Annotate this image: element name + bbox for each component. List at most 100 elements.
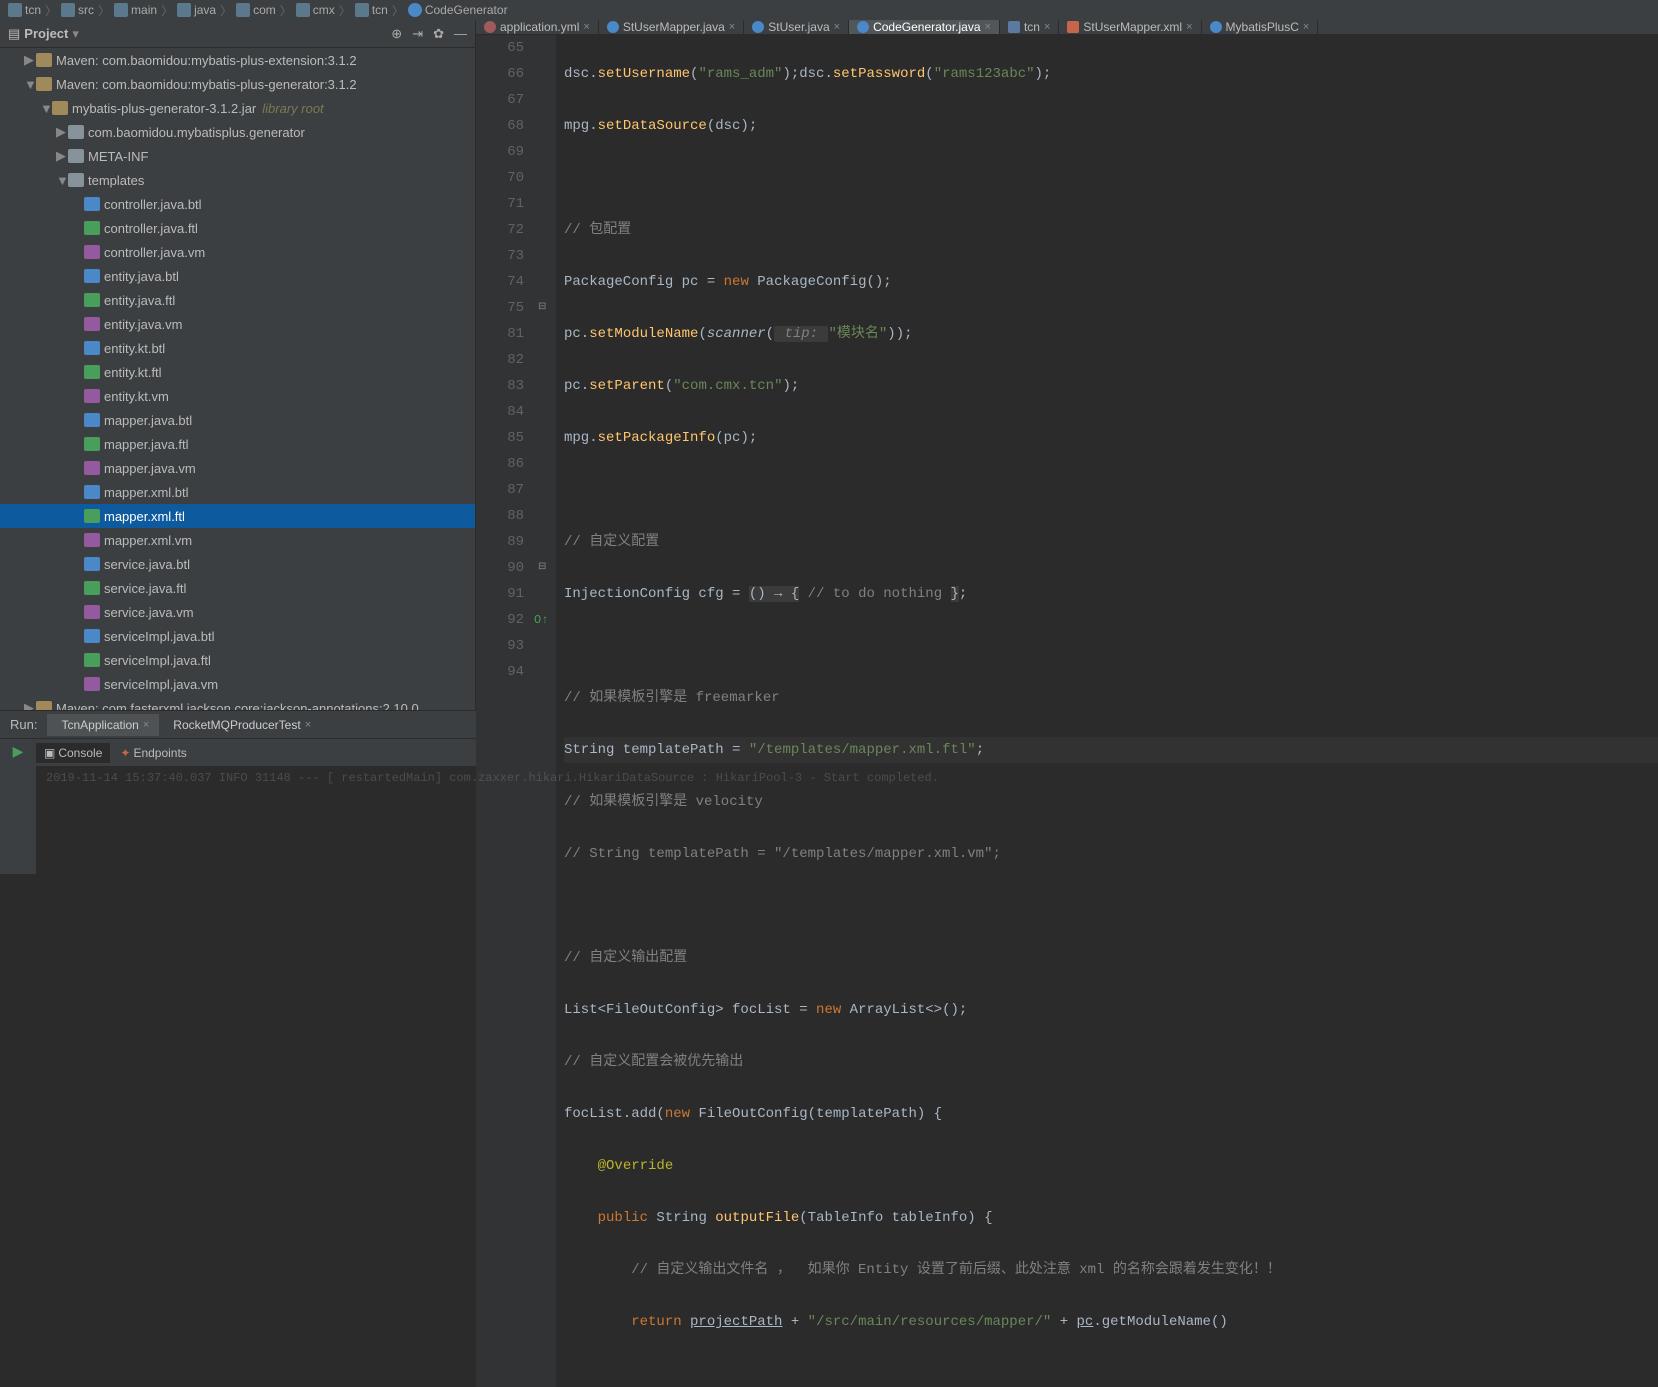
tree-item[interactable]: entity.java.btl (0, 264, 475, 288)
editor-tab[interactable]: application.yml× (476, 20, 599, 34)
tree-item[interactable]: mapper.java.vm (0, 456, 475, 480)
tree-item[interactable]: ▶com.baomidou.mybatisplus.generator (0, 120, 475, 144)
line-number: 94 (476, 659, 524, 685)
close-icon[interactable]: × (1186, 21, 1192, 33)
breadcrumb-sep: 〉 (161, 2, 173, 19)
fold-mark-icon[interactable]: ⊟ (538, 555, 546, 581)
close-icon[interactable]: × (583, 21, 589, 33)
tree-label: entity.java.btl (104, 269, 179, 284)
line-number: 66 (476, 61, 524, 87)
tree-item[interactable]: entity.kt.ftl (0, 360, 475, 384)
breadcrumb-item[interactable]: com (236, 3, 276, 17)
tree-label: entity.kt.ftl (104, 365, 162, 380)
endpoints-tab[interactable]: ✦ Endpoints (112, 743, 194, 763)
tree-item[interactable]: ▶ META-INF (0, 144, 475, 168)
breadcrumb-item[interactable]: CodeGenerator (408, 3, 508, 17)
tree-arrow-icon[interactable]: ▶ (24, 52, 34, 68)
close-icon[interactable]: × (1044, 21, 1050, 33)
breadcrumb-sep: 〉 (339, 2, 351, 19)
tree-item[interactable]: entity.kt.vm (0, 384, 475, 408)
breadcrumb-item[interactable]: java (177, 3, 216, 17)
hide-icon[interactable]: — (454, 26, 467, 42)
tree-label: entity.kt.vm (104, 389, 169, 404)
console-tab[interactable]: ▣ Console (36, 743, 110, 763)
folder-icon (114, 3, 128, 17)
editor-tab[interactable]: MybatisPlusC× (1202, 20, 1319, 34)
tree-item[interactable]: service.java.vm (0, 600, 475, 624)
tree-item[interactable]: controller.java.vm (0, 240, 475, 264)
close-icon[interactable]: × (1303, 21, 1309, 33)
tree-arrow-icon[interactable]: ▼ (24, 77, 34, 92)
editor-tab[interactable]: StUserMapper.java× (599, 20, 744, 34)
tree-item[interactable]: serviceImpl.java.vm (0, 672, 475, 696)
jar-icon (36, 53, 52, 67)
run-tab-tcnapplication[interactable]: TcnApplication × (47, 714, 159, 736)
line-number: 87 (476, 477, 524, 503)
editor-tab[interactable]: StUserMapper.xml× (1059, 20, 1201, 34)
tree-item[interactable]: serviceImpl.java.btl (0, 624, 475, 648)
tree-arrow-icon[interactable]: ▶ (56, 124, 66, 140)
editor-tab[interactable]: CodeGenerator.java× (849, 20, 1000, 34)
editor-tab[interactable]: tcn× (1000, 20, 1059, 34)
rerun-icon[interactable]: ▶ (13, 743, 24, 760)
tree-label: Maven: com.baomidou:mybatis-plus-extensi… (56, 53, 357, 68)
tree-item[interactable]: ▼mybatis-plus-generator-3.1.2.jarlibrary… (0, 96, 475, 120)
editor-tab[interactable]: StUser.java× (744, 20, 849, 34)
tree-item[interactable]: ▼Maven: com.baomidou:mybatis-plus-genera… (0, 72, 475, 96)
breadcrumb-item[interactable]: tcn (8, 3, 41, 17)
breadcrumb-item[interactable]: src (61, 3, 94, 17)
collapse-icon[interactable]: ⇥ (412, 26, 423, 42)
code-editor[interactable]: 6566676869707172737475818283848586878889… (476, 35, 1658, 1387)
project-tree[interactable]: ▶ Maven: com.baomidou:mybatis-plus-extens… (0, 48, 475, 710)
tree-item[interactable]: entity.java.vm (0, 312, 475, 336)
ftl-icon (84, 293, 100, 307)
breadcrumb-sep: 〉 (220, 2, 232, 19)
locate-icon[interactable]: ⊕ (391, 26, 402, 42)
tree-item[interactable]: ▼templates (0, 168, 475, 192)
tree-item[interactable]: service.java.ftl (0, 576, 475, 600)
code-content[interactable]: dsc.setUsername("rams_adm");dsc.setPassw… (556, 35, 1658, 1387)
close-icon[interactable]: × (143, 719, 149, 731)
line-number: 69 (476, 139, 524, 165)
tree-arrow-icon[interactable]: ▼ (40, 101, 50, 116)
tree-arrow-icon[interactable]: ▼ (56, 173, 66, 188)
tree-item[interactable]: controller.java.ftl (0, 216, 475, 240)
breadcrumb-sep: 〉 (280, 2, 292, 19)
tree-item[interactable]: mapper.xml.btl (0, 480, 475, 504)
breadcrumb-item[interactable]: tcn (355, 3, 388, 17)
tree-item[interactable]: mapper.xml.vm (0, 528, 475, 552)
tree-label: mapper.java.ftl (104, 437, 189, 452)
run-tab-rocketmq[interactable]: RocketMQProducerTest × (159, 714, 321, 736)
tree-item[interactable]: mapper.java.btl (0, 408, 475, 432)
fold-column[interactable]: ⊟ ⊟ O↑ (536, 35, 556, 1387)
tree-item[interactable]: entity.java.ftl (0, 288, 475, 312)
settings-icon[interactable]: ✿ (433, 26, 444, 42)
tree-item[interactable]: mapper.java.ftl (0, 432, 475, 456)
project-header[interactable]: ▤ Project ▾ ⊕ ⇥ ✿ — (0, 20, 475, 48)
breadcrumb-item[interactable]: cmx (296, 3, 335, 17)
fold-mark-icon[interactable]: ⊟ (538, 295, 546, 321)
tree-arrow-icon[interactable]: ▶ (56, 148, 66, 164)
tree-item[interactable]: serviceImpl.java.ftl (0, 648, 475, 672)
tree-label: mapper.xml.btl (104, 485, 189, 500)
tree-item[interactable]: ▶ Maven: com.baomidou:mybatis-plus-extens… (0, 48, 475, 72)
file-icon (84, 269, 100, 283)
endpoints-icon: ✦ (120, 746, 130, 760)
tree-item[interactable]: entity.kt.btl (0, 336, 475, 360)
close-icon[interactable]: × (834, 21, 840, 33)
breadcrumb-sep: 〉 (98, 2, 110, 19)
tree-item[interactable]: controller.java.btl (0, 192, 475, 216)
chevron-down-icon[interactable]: ▾ (72, 26, 79, 42)
tree-item[interactable]: service.java.btl (0, 552, 475, 576)
file-icon (607, 21, 619, 33)
tree-arrow-icon[interactable]: ▶ (24, 700, 34, 710)
override-icon[interactable]: O↑ (534, 607, 548, 633)
close-icon[interactable]: × (985, 21, 991, 33)
editor-tabs[interactable]: application.yml×StUserMapper.java×StUser… (476, 20, 1658, 35)
tree-item[interactable]: mapper.xml.ftl (0, 504, 475, 528)
breadcrumb-item[interactable]: main (114, 3, 157, 17)
tree-item[interactable]: ▶Maven: com.fasterxml.jackson.core:jacks… (0, 696, 475, 710)
tree-label: META-INF (88, 149, 148, 164)
close-icon[interactable]: × (305, 719, 311, 731)
close-icon[interactable]: × (729, 21, 735, 33)
